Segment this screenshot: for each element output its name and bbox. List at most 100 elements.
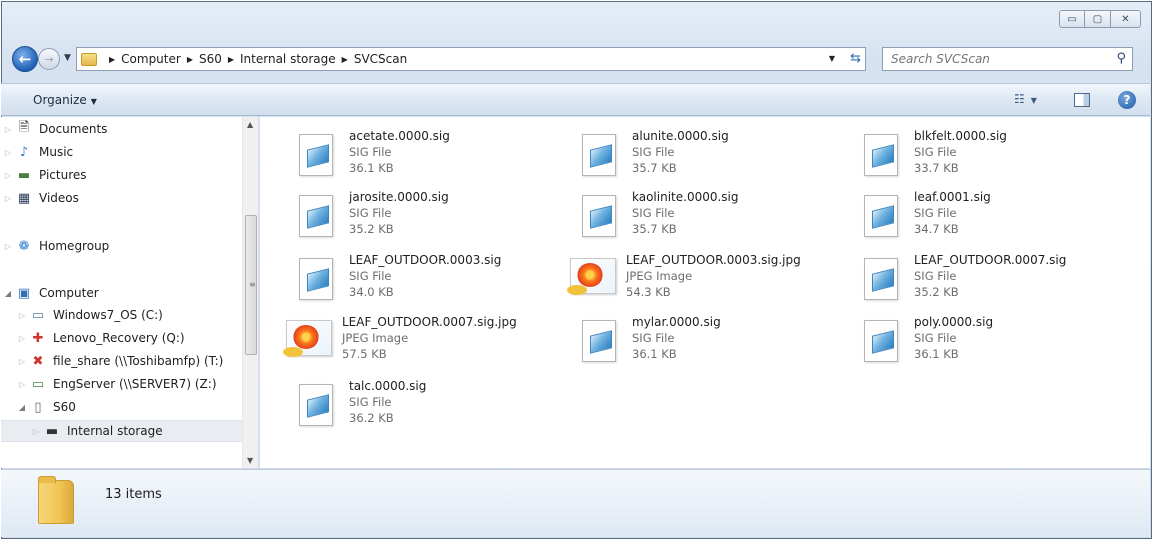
minimize-button[interactable]: ▭	[1059, 10, 1085, 28]
file-type: SIG File	[349, 395, 392, 409]
nav-item-file-share[interactable]: ▷ ✖ file_share (\\Toshibamfp) (T:)	[1, 350, 243, 372]
nav-item-engserver[interactable]: ▷ ▭ EngServer (\\SERVER7) (Z:)	[1, 373, 243, 395]
search-icon[interactable]: ⚲	[1116, 51, 1126, 66]
file-item[interactable]: LEAF_OUTDOOR.0003.sig SIG File 34.0 KB	[293, 252, 563, 310]
nav-scrollbar[interactable]: ▲ ≡ ▼	[242, 117, 258, 468]
change-view-button[interactable]: ☷ ▼	[1014, 92, 1037, 106]
help-button[interactable]: ?	[1118, 91, 1136, 109]
breadcrumb-svcscan[interactable]: SVCScan	[354, 52, 407, 66]
breadcrumb-separator-icon[interactable]: ▶	[109, 55, 115, 64]
expand-icon[interactable]: ▷	[15, 311, 29, 320]
nav-item-label: S60	[53, 400, 76, 414]
file-item[interactable]: LEAF_OUTDOOR.0007.sig.jpg JPEG Image 57.5 …	[283, 314, 556, 372]
scroll-up-icon[interactable]: ▲	[247, 120, 253, 129]
file-name: talc.0000.sig	[349, 379, 427, 393]
file-name: blkfelt.0000.sig	[914, 129, 1007, 143]
scroll-down-icon[interactable]: ▼	[247, 456, 253, 465]
collapse-icon[interactable]: ◢	[15, 403, 29, 412]
breadcrumb-separator-icon[interactable]: ▶	[228, 55, 234, 64]
expand-icon[interactable]: ▷	[1, 194, 15, 203]
expand-icon[interactable]: ▷	[1, 125, 15, 134]
expand-icon[interactable]: ▷	[1, 171, 15, 180]
file-name: poly.0000.sig	[914, 315, 994, 329]
chevron-down-icon: ▼	[1030, 96, 1037, 105]
breadcrumb-internal-storage[interactable]: Internal storage	[240, 52, 336, 66]
file-size: 33.7 KB	[914, 161, 959, 175]
nav-item-documents[interactable]: ▷ 🗎 Documents	[1, 118, 243, 140]
file-type: SIG File	[914, 145, 957, 159]
expand-icon[interactable]: ▷	[15, 334, 29, 343]
breadcrumb-s60[interactable]: S60	[199, 52, 222, 66]
nav-item-internal-storage[interactable]: ▷ ▬ Internal storage	[1, 420, 243, 442]
file-size: 57.5 KB	[342, 347, 387, 361]
breadcrumb-separator-icon[interactable]: ▶	[342, 55, 348, 64]
file-size: 34.0 KB	[349, 285, 394, 299]
folder-icon	[38, 476, 74, 524]
nav-item-computer[interactable]: ◢ ▣ Computer	[1, 282, 243, 304]
nav-item-lenovo-recovery[interactable]: ▷ ✚ Lenovo_Recovery (Q:)	[1, 327, 243, 349]
nav-item-windows7-os[interactable]: ▷ ▭ Windows7_OS (C:)	[1, 304, 243, 326]
file-item[interactable]: kaolinite.0000.sig SIG File 35.7 KB	[576, 189, 846, 247]
breadcrumb-separator-icon[interactable]: ▶	[187, 55, 193, 64]
nav-item-s60[interactable]: ◢ ▯ S60	[1, 396, 243, 418]
file-name: leaf.0001.sig	[914, 190, 991, 204]
file-item[interactable]: acetate.0000.sig SIG File 36.1 KB	[293, 128, 563, 186]
file-size: 36.1 KB	[914, 347, 959, 361]
file-item[interactable]: poly.0000.sig SIG File 36.1 KB	[858, 314, 1128, 372]
details-pane: 13 items	[1, 469, 1150, 537]
file-item[interactable]: LEAF_OUTDOOR.0003.sig.jpg JPEG Image 54.3 …	[567, 252, 840, 310]
forward-button[interactable]: →	[38, 48, 60, 70]
file-item[interactable]: alunite.0000.sig SIG File 35.7 KB	[576, 128, 846, 186]
nav-item-label: Internal storage	[67, 424, 163, 438]
phone-icon: ▯	[34, 399, 42, 415]
file-type: SIG File	[914, 331, 957, 345]
file-size: 35.2 KB	[349, 222, 394, 236]
address-bar[interactable]: ▶ Computer ▶ S60 ▶ Internal storage ▶ SV…	[76, 47, 866, 71]
nav-item-homegroup[interactable]: ▷ ❁ Homegroup	[1, 235, 243, 257]
sig-file-icon	[858, 314, 904, 362]
sig-file-icon	[858, 252, 904, 300]
file-item[interactable]: leaf.0001.sig SIG File 34.7 KB	[858, 189, 1128, 247]
scrollbar-thumb[interactable]: ≡	[245, 215, 257, 355]
file-item[interactable]: blkfelt.0000.sig SIG File 33.7 KB	[858, 128, 1128, 186]
nav-item-label: Homegroup	[39, 239, 110, 253]
nav-item-pictures[interactable]: ▷ ▬ Pictures	[1, 164, 243, 186]
recovery-drive-icon: ✚	[32, 330, 44, 346]
expand-icon[interactable]: ▷	[15, 357, 29, 366]
file-size: 35.2 KB	[914, 285, 959, 299]
file-item[interactable]: LEAF_OUTDOOR.0007.sig SIG File 35.2 KB	[858, 252, 1128, 310]
recent-pages-dropdown[interactable]: ▼	[64, 53, 71, 63]
expand-icon[interactable]: ▷	[15, 380, 29, 389]
file-type: SIG File	[632, 331, 675, 345]
preview-pane-button[interactable]	[1074, 93, 1090, 107]
nav-item-music[interactable]: ▷ ♪ Music	[1, 141, 243, 163]
jpeg-image-icon	[283, 314, 332, 360]
file-item[interactable]: mylar.0000.sig SIG File 36.1 KB	[576, 314, 846, 372]
refresh-icon[interactable]: ⇆	[850, 51, 861, 66]
search-input[interactable]	[891, 52, 1101, 66]
documents-icon: 🗎	[18, 120, 30, 135]
address-dropdown-icon[interactable]: ▼	[829, 54, 835, 63]
sig-file-icon	[858, 189, 904, 237]
sig-file-icon	[293, 128, 339, 176]
expand-icon[interactable]: ▷	[1, 242, 15, 251]
close-button[interactable]: ✕	[1111, 10, 1141, 28]
item-count: 13 items	[105, 487, 162, 502]
nav-item-label: Videos	[39, 191, 79, 205]
collapse-icon[interactable]: ◢	[1, 289, 15, 298]
sig-file-icon	[293, 189, 339, 237]
nav-item-label: Computer	[39, 286, 99, 300]
videos-icon: ▦	[17, 190, 31, 206]
nav-item-videos[interactable]: ▷ ▦ Videos	[1, 187, 243, 209]
organize-button[interactable]: Organize ▼	[33, 93, 97, 107]
maximize-button[interactable]: ▢	[1085, 10, 1111, 28]
expand-icon[interactable]: ▷	[29, 427, 43, 436]
file-item[interactable]: talc.0000.sig SIG File 36.2 KB	[293, 378, 563, 436]
expand-icon[interactable]: ▷	[1, 148, 15, 157]
search-box[interactable]: ⚲	[882, 47, 1133, 71]
breadcrumb-computer[interactable]: Computer	[121, 52, 181, 66]
back-button[interactable]: ←	[12, 46, 38, 72]
nav-item-label: file_share (\\Toshibamfp) (T:)	[53, 354, 224, 368]
file-item[interactable]: jarosite.0000.sig SIG File 35.2 KB	[293, 189, 563, 247]
navigation-row: ← → ▼ ▶ Computer ▶ S60 ▶ Internal storag…	[12, 46, 1141, 74]
